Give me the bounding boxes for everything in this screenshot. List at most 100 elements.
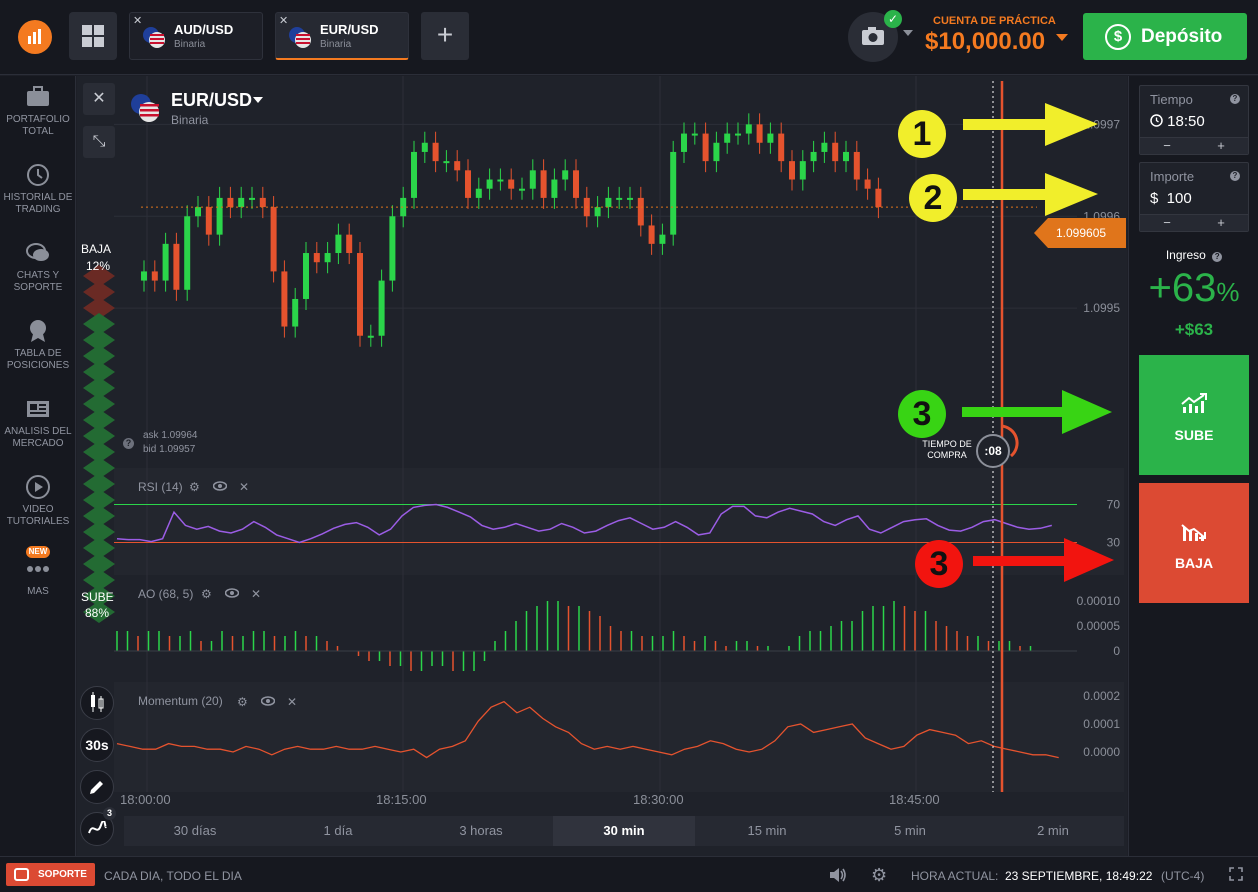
sidebar-item-history[interactable]: HISTORIAL DE TRADING <box>0 162 76 216</box>
sidebar-item-leaderboard[interactable]: TABLA DE POSICIONES <box>0 318 76 372</box>
candle-body <box>735 133 741 136</box>
range-5-min[interactable]: 5 min <box>839 816 981 846</box>
indicators-icon <box>88 819 107 834</box>
expiry-time-field[interactable]: Tiempo ? 18:50 − + <box>1139 85 1249 155</box>
asset-tab-eurusd[interactable]: ✕ EUR/USD Binaria <box>275 12 409 60</box>
candle-body <box>713 142 720 162</box>
sidebar-item-analysis[interactable]: ANALISIS DEL MERCADO <box>0 396 76 450</box>
asset-title[interactable]: EUR/USD <box>171 90 252 111</box>
asset-tab-audusd[interactable]: ✕ AUD/USD Binaria <box>129 12 263 60</box>
range-30-days[interactable]: 30 días <box>124 816 266 846</box>
put-button[interactable]: BAJA <box>1139 483 1249 603</box>
candle-body <box>249 197 255 200</box>
candle-body <box>238 197 245 208</box>
increase-time-button[interactable]: + <box>1194 138 1248 154</box>
sidebar-item-chats[interactable]: CHATS Y SOPORTE <box>0 240 76 294</box>
support-button[interactable]: SOPORTE <box>6 863 95 886</box>
briefcase-icon <box>27 86 49 106</box>
tab-type-label: Binaria <box>174 39 206 50</box>
decrease-amount-button[interactable]: − <box>1140 215 1194 231</box>
chart-area[interactable]: 1.0997 1.0996 1.0995 70 30 0.00010 0.00005 0 0.0… <box>77 76 1127 856</box>
annotation-number-2: 2 <box>909 174 957 222</box>
screenshot-button[interactable]: ✓ <box>848 10 902 62</box>
account-balance[interactable]: $10,000.00 <box>925 28 1045 56</box>
range-30-min[interactable]: 30 min <box>553 816 695 846</box>
close-tab-icon[interactable]: ✕ <box>133 14 142 27</box>
help-icon[interactable]: ? <box>1212 252 1223 262</box>
sidebar-item-tutorials[interactable]: VIDEO TUTORIALES <box>0 474 76 528</box>
trading-app: ✕ AUD/USD Binaria ✕ EUR/USD Binaria + ✓ … <box>0 0 1258 892</box>
candle-body <box>141 271 147 281</box>
eye-icon[interactable] <box>212 480 228 495</box>
remove-indicator-icon[interactable]: ✕ <box>239 480 249 494</box>
gear-icon[interactable]: ⚙ <box>201 587 212 601</box>
current-time-label: HORA ACTUAL: <box>911 869 999 883</box>
candle-body <box>875 188 882 208</box>
candle-body <box>810 151 817 162</box>
chevron-down-icon[interactable] <box>903 30 913 36</box>
range-3-hours[interactable]: 3 horas <box>410 816 552 846</box>
expiry-value[interactable]: 18:50 <box>1150 113 1205 130</box>
candle-body <box>853 151 860 180</box>
gear-icon[interactable]: ⚙ <box>189 480 200 494</box>
amount-field[interactable]: Importe ? $ 100 − + <box>1139 162 1249 232</box>
close-tab-icon[interactable]: ✕ <box>279 14 288 27</box>
amount-value[interactable]: $ 100 <box>1150 190 1192 207</box>
chart-type-button[interactable] <box>80 686 114 720</box>
range-1-day[interactable]: 1 día <box>267 816 409 846</box>
candle-body <box>292 298 299 327</box>
candle-body <box>205 207 212 235</box>
purchase-time-label: TIEMPO DE COMPRA <box>922 439 972 460</box>
help-icon[interactable]: ? <box>1230 94 1240 104</box>
candle-body <box>367 335 374 338</box>
price-tick-label: 1.0997 <box>1083 117 1120 131</box>
sidebar-item-more[interactable]: MAS <box>0 556 76 598</box>
drawing-tools-button[interactable] <box>80 770 114 804</box>
candle-body <box>357 253 363 336</box>
brand-logo[interactable] <box>18 20 52 54</box>
chat-icon <box>14 868 29 881</box>
candle-body <box>540 170 547 198</box>
chevron-down-icon[interactable] <box>253 97 263 103</box>
time-range-bar: 30 días 1 día 3 horas 30 min 15 min 5 mi… <box>124 816 1124 846</box>
sidebar-item-portfolio[interactable]: PORTAFOLIO TOTAL <box>0 84 76 138</box>
increase-amount-button[interactable]: + <box>1194 215 1248 231</box>
deposit-button[interactable]: $ Depósito <box>1083 13 1247 60</box>
gear-icon[interactable]: ⚙ <box>237 695 248 709</box>
indicators-button[interactable]: 3 <box>80 807 116 846</box>
help-icon[interactable]: ? <box>123 438 134 449</box>
help-icon[interactable]: ? <box>1230 171 1240 181</box>
range-15-min[interactable]: 15 min <box>696 816 838 846</box>
candle-body <box>724 133 731 143</box>
candle-body <box>681 133 687 152</box>
gear-icon[interactable]: ⚙ <box>871 865 887 886</box>
dollar-icon: $ <box>1105 24 1131 50</box>
eye-icon[interactable] <box>260 695 276 710</box>
amount-label: Importe <box>1150 169 1195 184</box>
support-label: SOPORTE <box>38 869 87 880</box>
timeframe-button[interactable]: 30s <box>80 728 114 762</box>
speaker-icon[interactable] <box>828 866 848 884</box>
remove-indicator-icon[interactable]: ✕ <box>251 587 261 601</box>
add-tab-button[interactable]: + <box>421 12 469 60</box>
fullscreen-icon[interactable] <box>1229 867 1243 881</box>
close-chart-button[interactable]: ✕ <box>83 83 115 115</box>
put-label: BAJA <box>1174 555 1214 571</box>
candle-body <box>216 197 223 235</box>
all-assets-button[interactable] <box>69 12 117 60</box>
tab-pair-label: AUD/USD <box>174 22 234 37</box>
candle-body <box>313 253 320 263</box>
candle-body <box>529 170 536 189</box>
remove-indicator-icon[interactable]: ✕ <box>287 695 297 709</box>
range-2-min[interactable]: 2 min <box>982 816 1124 846</box>
chevron-down-icon[interactable] <box>1056 34 1068 41</box>
account-type-label[interactable]: CUENTA DE PRÁCTICA <box>933 15 1056 27</box>
minimize-chart-button[interactable]: ⤡ <box>83 126 115 158</box>
timezone-label[interactable]: (UTC-4) <box>1161 869 1204 883</box>
decrease-time-button[interactable]: − <box>1140 138 1194 154</box>
eye-icon[interactable] <box>224 587 240 602</box>
ao-panel <box>114 575 1124 682</box>
call-button[interactable]: SUBE <box>1139 355 1249 475</box>
sentiment-up-label: SUBE <box>81 590 114 604</box>
momentum-tick-label: 0.0001 <box>1083 717 1120 731</box>
